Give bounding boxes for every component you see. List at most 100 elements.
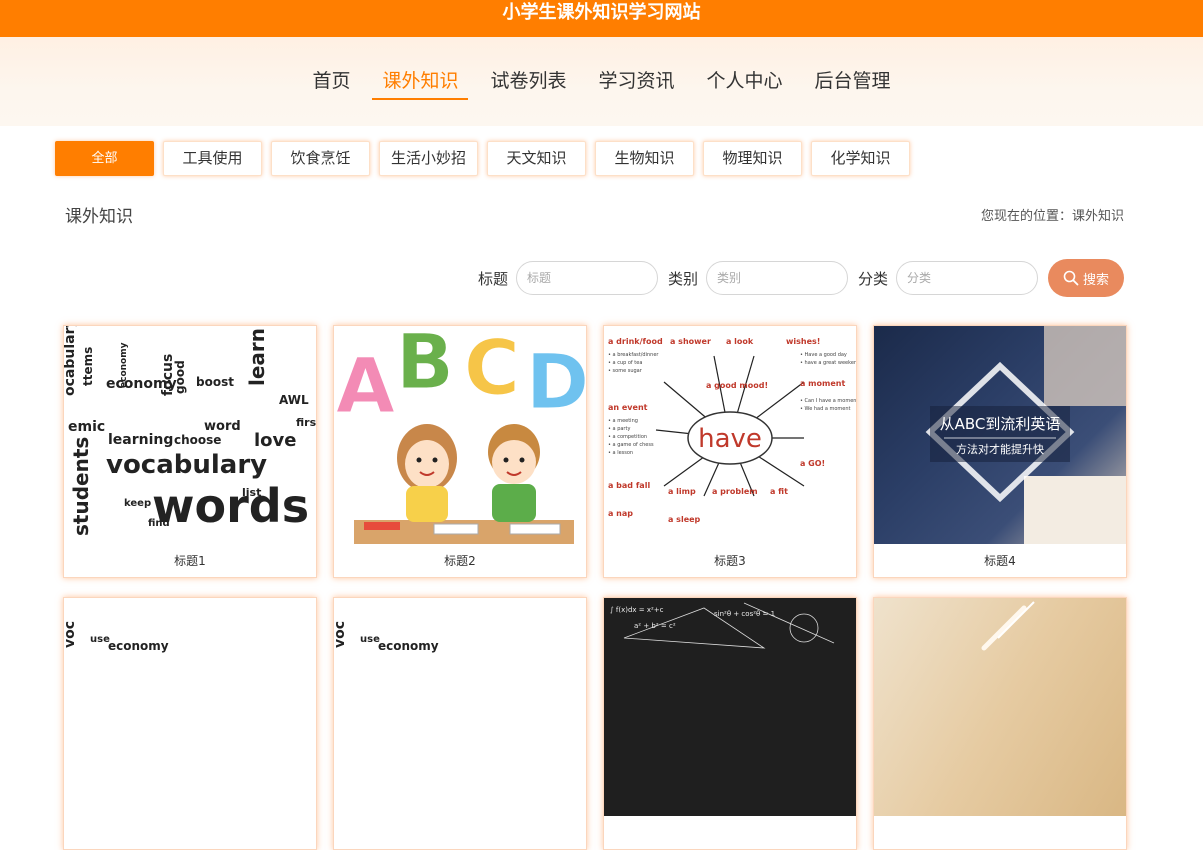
svg-text:• a competition: • a competition [608,434,647,440]
search-button-label: 搜索 [1082,272,1109,288]
svg-text:ocabulary: ocabulary [64,326,78,396]
knowledge-card[interactable]: 从ABC到流利英语 方法对才能提升快 标题4 [873,325,1127,578]
nav-band: 首页 课外知识 试卷列表 学习资讯 个人中心 后台管理 [0,37,1203,126]
svg-text:• a cup of tea: • a cup of tea [608,360,642,366]
svg-text:wishes!: wishes! [786,337,820,346]
nav-item-exams[interactable]: 试卷列表 [480,67,576,100]
knowledge-card[interactable]: ocabulary ttems economy focus good boost… [63,325,317,578]
word-cloud-image: voc use economy [334,621,439,653]
svg-text:economy: economy [108,639,169,653]
svg-text:• a meeting: • a meeting [608,418,638,424]
svg-text:first: first [296,416,316,429]
card-caption: 标题3 [714,554,746,568]
card-thumbnail: ∫ f(x)dx = x²+c sin²θ + cos²θ = 1 a² + b… [604,598,856,816]
nav-item-knowledge[interactable]: 课外知识 [372,67,469,100]
svg-text:a good mood!: a good mood! [706,381,768,390]
have-mindmap-image: have a drink/food a shower a look wishes… [608,337,856,524]
word-words: words [152,479,309,533]
svg-text:• We had a moment: • We had a moment [800,406,851,412]
category-biology[interactable]: 生物知识 [595,141,694,176]
english-title-line2: 方法对才能提升快 [956,442,1044,456]
top-header: 小学生课外知识学习网站 [0,0,1203,37]
svg-text:voc: voc [64,621,78,648]
english-study-image: 从ABC到流利英语 方法对才能提升快 [925,326,1126,544]
svg-text:• a party: • a party [608,426,630,432]
svg-text:a look: a look [726,337,754,346]
knowledge-card[interactable] [873,597,1127,850]
nav-item-admin[interactable]: 后台管理 [805,67,901,100]
search-bar: 标题 类别 分类 搜索 [468,259,1124,297]
svg-text:economy: economy [378,639,439,653]
word-cloud-image: voc use economy [64,621,169,653]
svg-text:a GO!: a GO! [800,459,825,468]
svg-text:a limp: a limp [668,487,696,496]
card-thumbnail: have a drink/food a shower a look wishes… [604,326,856,544]
svg-text:find: find [148,518,170,529]
svg-text:a problem: a problem [712,487,758,496]
category-physics[interactable]: 物理知识 [703,141,802,176]
svg-text:• a game of chess: • a game of chess [608,442,654,448]
knowledge-card[interactable]: have a drink/food a shower a look wishes… [603,325,857,578]
card-thumbnail [874,598,1126,816]
svg-text:boost: boost [196,375,234,389]
type-search-input[interactable] [705,261,848,295]
search-button[interactable]: 搜索 [1048,259,1124,297]
type-label: 类别 [667,269,698,288]
category-search-input[interactable] [896,261,1038,295]
svg-text:list: list [242,486,261,499]
svg-text:good: good [173,360,187,394]
svg-text:• a lesson: • a lesson [608,450,633,456]
svg-text:an event: an event [608,403,648,412]
category-life-tips[interactable]: 生活小妙招 [379,141,478,176]
svg-text:a sleep: a sleep [668,515,701,524]
svg-text:choose: choose [174,433,221,447]
pencil-photo-image [981,601,1035,651]
abc-letter-b: B [396,326,454,406]
title-search-input[interactable] [515,261,658,295]
svg-text:sin²θ + cos²θ = 1: sin²θ + cos²θ = 1 [714,610,775,618]
category-filter: 全部 工具使用 饮食烹饪 生活小妙招 天文知识 生物知识 物理知识 化学知识 [55,141,910,176]
svg-text:• Have a good day: • Have a good day [800,352,847,358]
knowledge-grid: ocabulary ttems economy focus good boost… [63,325,1127,850]
title-label: 标题 [477,269,508,288]
nav-item-home[interactable]: 首页 [302,67,360,100]
knowledge-card[interactable]: ∫ f(x)dx = x²+c sin²θ + cos²θ = 1 a² + b… [603,597,857,850]
nav-item-profile[interactable]: 个人中心 [697,67,793,100]
breadcrumb: 您现在的位置：课外知识 [980,209,1124,224]
main-nav: 首页 课外知识 试卷列表 学习资讯 个人中心 后台管理 [0,67,1203,100]
knowledge-card[interactable]: A B C D 标题2 [333,325,587,578]
card-caption: 标题4 [984,554,1016,568]
svg-text:ttems: ttems [81,347,95,386]
svg-text:a bad fall: a bad fall [608,481,650,490]
nav-item-news[interactable]: 学习资讯 [589,67,685,100]
card-thumbnail: 从ABC到流利英语 方法对才能提升快 [874,326,1126,544]
category-tools[interactable]: 工具使用 [163,141,262,176]
math-formulas-image: ∫ f(x)dx = x²+c sin²θ + cos²θ = 1 a² + b… [610,602,835,649]
abc-letter-c: C [464,326,520,412]
svg-text:word: word [204,419,241,434]
category-all[interactable]: 全部 [55,141,154,176]
knowledge-card[interactable]: voc use economy [333,597,587,850]
card-thumbnail: ocabulary ttems economy focus good boost… [64,326,316,544]
category-cooking[interactable]: 饮食烹饪 [271,141,370,176]
svg-text:a² + b² = c²: a² + b² = c² [634,622,676,630]
svg-text:• have a great weekend: • have a great weekend [800,360,856,366]
word-learning: learning [108,432,173,448]
svg-text:• Can I have a moment: • Can I have a moment [800,398,856,404]
word-economy: economy [119,342,129,388]
site-title: 小学生课外知识学习网站 [502,2,701,23]
word-students: students [69,437,93,536]
have-center-word: have [698,424,762,454]
category-chemistry[interactable]: 化学知识 [811,141,910,176]
card-thumbnail: voc use economy [64,598,316,816]
knowledge-card[interactable]: voc use economy [63,597,317,850]
category-label: 分类 [857,269,888,288]
card-thumbnail: voc use economy [334,598,586,816]
word-cloud-image: ocabulary ttems economy focus good boost… [64,326,316,536]
svg-text:AWL: AWL [279,393,309,407]
category-astronomy[interactable]: 天文知识 [487,141,586,176]
search-icon [1063,270,1079,286]
section-title: 课外知识 [65,207,133,227]
svg-text:a nap: a nap [608,509,633,518]
svg-text:∫ f(x)dx = x²+c: ∫ f(x)dx = x²+c [610,606,664,614]
